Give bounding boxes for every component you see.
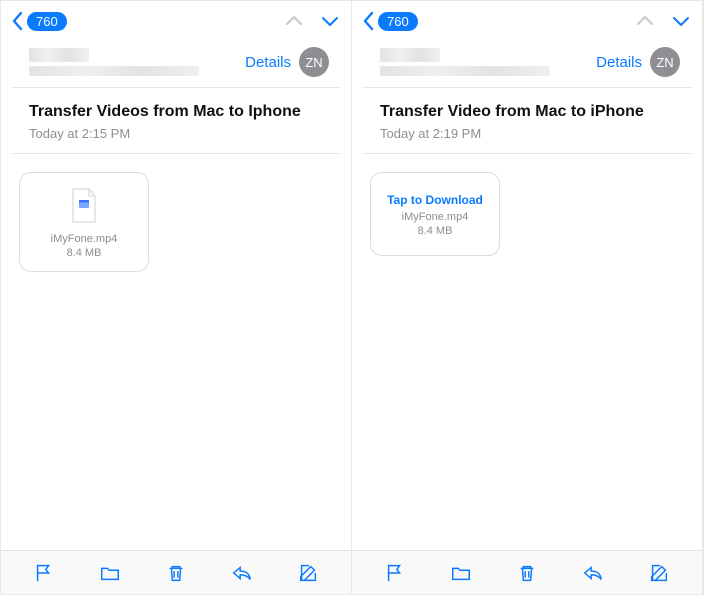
navbar: 760 <box>1 1 351 41</box>
chevron-left-icon <box>11 11 25 31</box>
attachment-card[interactable]: iMyFone.mp4 8.4 MB <box>19 172 149 272</box>
next-message-button[interactable] <box>319 10 341 32</box>
attachment-filename: iMyFone.mp4 <box>402 211 469 223</box>
sender-row: Details ZN <box>11 41 341 88</box>
folder-button[interactable] <box>448 560 474 586</box>
folder-button[interactable] <box>97 560 123 586</box>
attachment-filesize: 8.4 MB <box>418 225 453 237</box>
sender-name-redacted <box>380 48 440 62</box>
chevron-left-icon <box>362 11 376 31</box>
email-pane-right: 760 Details ZN Transfer Video from Mac t… <box>352 1 703 594</box>
back-badge: 760 <box>378 12 418 31</box>
sender-name-redacted <box>29 48 89 62</box>
compose-button[interactable] <box>646 560 672 586</box>
sender-row: Details ZN <box>362 41 692 88</box>
compose-button[interactable] <box>295 560 321 586</box>
trash-button[interactable] <box>514 560 540 586</box>
flag-button[interactable] <box>382 560 408 586</box>
navbar: 760 <box>352 1 702 41</box>
toolbar <box>1 550 351 594</box>
details-link[interactable]: Details <box>596 54 642 71</box>
details-link[interactable]: Details <box>245 54 291 71</box>
toolbar <box>352 550 702 594</box>
flag-button[interactable] <box>31 560 57 586</box>
tap-to-download-label: Tap to Download <box>387 193 483 207</box>
sender-info[interactable] <box>29 48 245 76</box>
subject-block: Transfer Videos from Mac to Iphone Today… <box>11 88 341 154</box>
email-timestamp: Today at 2:19 PM <box>380 126 674 141</box>
prev-message-button[interactable] <box>283 10 305 32</box>
sender-email-redacted <box>29 66 199 76</box>
file-icon <box>69 187 99 225</box>
sender-info[interactable] <box>380 48 596 76</box>
email-subject: Transfer Video from Mac to iPhone <box>380 102 674 123</box>
reply-button[interactable] <box>229 560 255 586</box>
subject-block: Transfer Video from Mac to iPhone Today … <box>362 88 692 154</box>
back-button[interactable]: 760 <box>362 11 418 31</box>
attachment-card[interactable]: Tap to Download iMyFone.mp4 8.4 MB <box>370 172 500 256</box>
avatar[interactable]: ZN <box>650 47 680 77</box>
next-message-button[interactable] <box>670 10 692 32</box>
prev-message-button[interactable] <box>634 10 656 32</box>
email-subject: Transfer Videos from Mac to Iphone <box>29 102 323 123</box>
avatar[interactable]: ZN <box>299 47 329 77</box>
sender-email-redacted <box>380 66 550 76</box>
trash-button[interactable] <box>163 560 189 586</box>
back-button[interactable]: 760 <box>11 11 67 31</box>
back-badge: 760 <box>27 12 67 31</box>
email-timestamp: Today at 2:15 PM <box>29 126 323 141</box>
email-pane-left: 760 Details ZN Transfer Videos from Mac … <box>1 1 352 594</box>
attachment-filesize: 8.4 MB <box>67 247 102 259</box>
reply-button[interactable] <box>580 560 606 586</box>
attachment-filename: iMyFone.mp4 <box>51 233 118 245</box>
